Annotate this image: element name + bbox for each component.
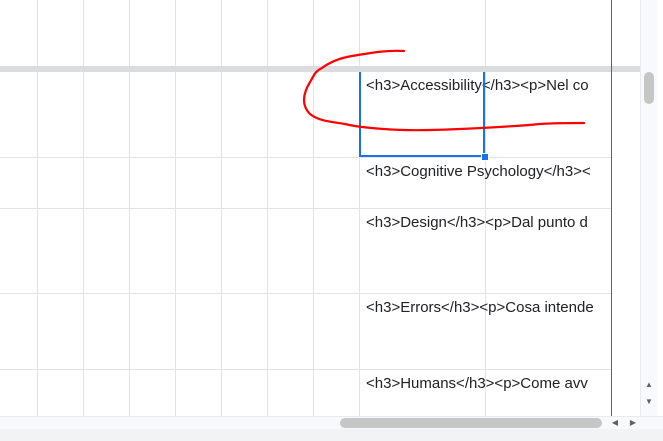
cell-humans[interactable]: <h3>Humans</h3><p>Come avv — [366, 375, 612, 393]
cell-cognitive-psychology[interactable]: <h3>Cognitive Psychology</h3>< — [366, 163, 612, 181]
scroll-right-arrow-icon[interactable]: ▶ — [626, 416, 640, 429]
row-gridline — [0, 208, 612, 209]
frozen-column-border — [611, 0, 612, 416]
horizontal-scrollbar-thumb[interactable] — [340, 418, 602, 428]
sheet-bottom-bar — [0, 429, 663, 441]
scroll-down-arrow-icon[interactable]: ▼ — [644, 396, 654, 408]
row-gridline — [0, 369, 612, 370]
frozen-rows-divider[interactable] — [0, 66, 642, 72]
row-gridline — [0, 293, 612, 294]
fill-handle[interactable] — [481, 153, 489, 161]
scroll-up-arrow-icon[interactable]: ▲ — [644, 379, 654, 391]
cell-selection-outline — [359, 72, 485, 157]
scroll-left-arrow-icon[interactable]: ◀ — [608, 416, 622, 429]
cell-errors[interactable]: <h3>Errors</h3><p>Cosa intende — [366, 299, 612, 317]
cell-design[interactable]: <h3>Design</h3><p>Dal punto d — [366, 214, 612, 232]
vertical-scrollbar-thumb[interactable] — [644, 72, 654, 104]
vertical-scrollbar[interactable] — [640, 0, 657, 416]
spreadsheet-grid[interactable]: <h3>Accessibility</h3><p>Nel co <h3>Cogn… — [0, 0, 663, 441]
row-gridline — [0, 157, 612, 158]
